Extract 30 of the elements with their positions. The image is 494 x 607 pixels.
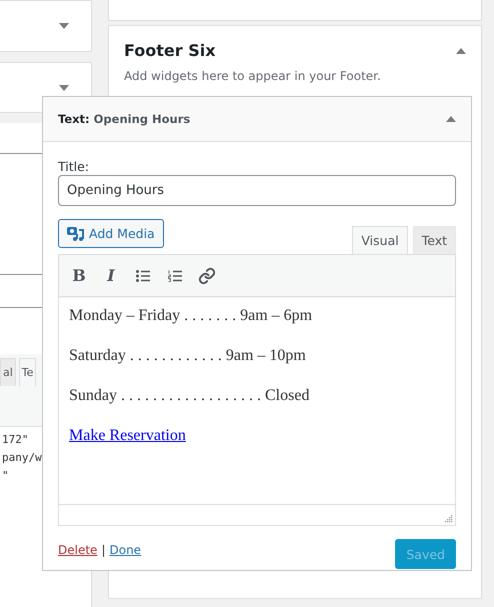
sidebar-description: Add widgets here to appear in your Footer.: [124, 69, 382, 83]
editor-tab[interactable]: Text: [412, 226, 456, 254]
separator: |: [101, 543, 106, 557]
title-label: Title:: [58, 159, 90, 174]
hours-line: Monday – Friday . . . . . . . 9am – 6pm: [69, 306, 314, 326]
resize-grip-icon[interactable]: [445, 515, 453, 523]
reservation-link[interactable]: Make Reservation: [69, 427, 186, 444]
editor-tab[interactable]: Visual: [352, 226, 408, 254]
widget-header[interactable]: Text: Opening Hours: [43, 97, 471, 142]
editor-content[interactable]: Monday – Friday . . . . . . . 9am – 6pm Saturday . . . . . . . . . . . . 9am – 10pm Sunday . . . . . . . . . . . . . . . . . . Closed Make Reservation: [59, 297, 455, 504]
done-link[interactable]: Done: [109, 543, 142, 557]
code-line: pany/w: [2, 450, 43, 466]
editor-tab[interactable]: al: [0, 358, 16, 386]
delete-link[interactable]: Delete: [58, 543, 98, 557]
caret-icon[interactable]: [59, 23, 69, 29]
add-media-button[interactable]: Add Media: [58, 219, 164, 248]
widget-title: Opening Hours: [94, 112, 192, 126]
title-field[interactable]: Opening Hours: [58, 175, 456, 206]
italic-button[interactable]: I: [97, 262, 125, 290]
media-icon: [67, 226, 85, 242]
editor-tab[interactable]: Te: [18, 358, 36, 386]
sidebar-title: Footer Six: [124, 41, 216, 60]
hours-line: Sunday . . . . . . . . . . . . . . . . . . Closed: [69, 386, 310, 406]
bold-button[interactable]: B: [65, 262, 93, 290]
caret-icon[interactable]: [59, 84, 69, 90]
hours-line: Saturday . . . . . . . . . . . . 9am – 10pm: [69, 346, 307, 366]
code-line: ": [2, 468, 10, 484]
caret-icon[interactable]: [456, 48, 466, 54]
widget-type: Text:: [58, 112, 90, 126]
caret-icon[interactable]: [446, 116, 456, 122]
